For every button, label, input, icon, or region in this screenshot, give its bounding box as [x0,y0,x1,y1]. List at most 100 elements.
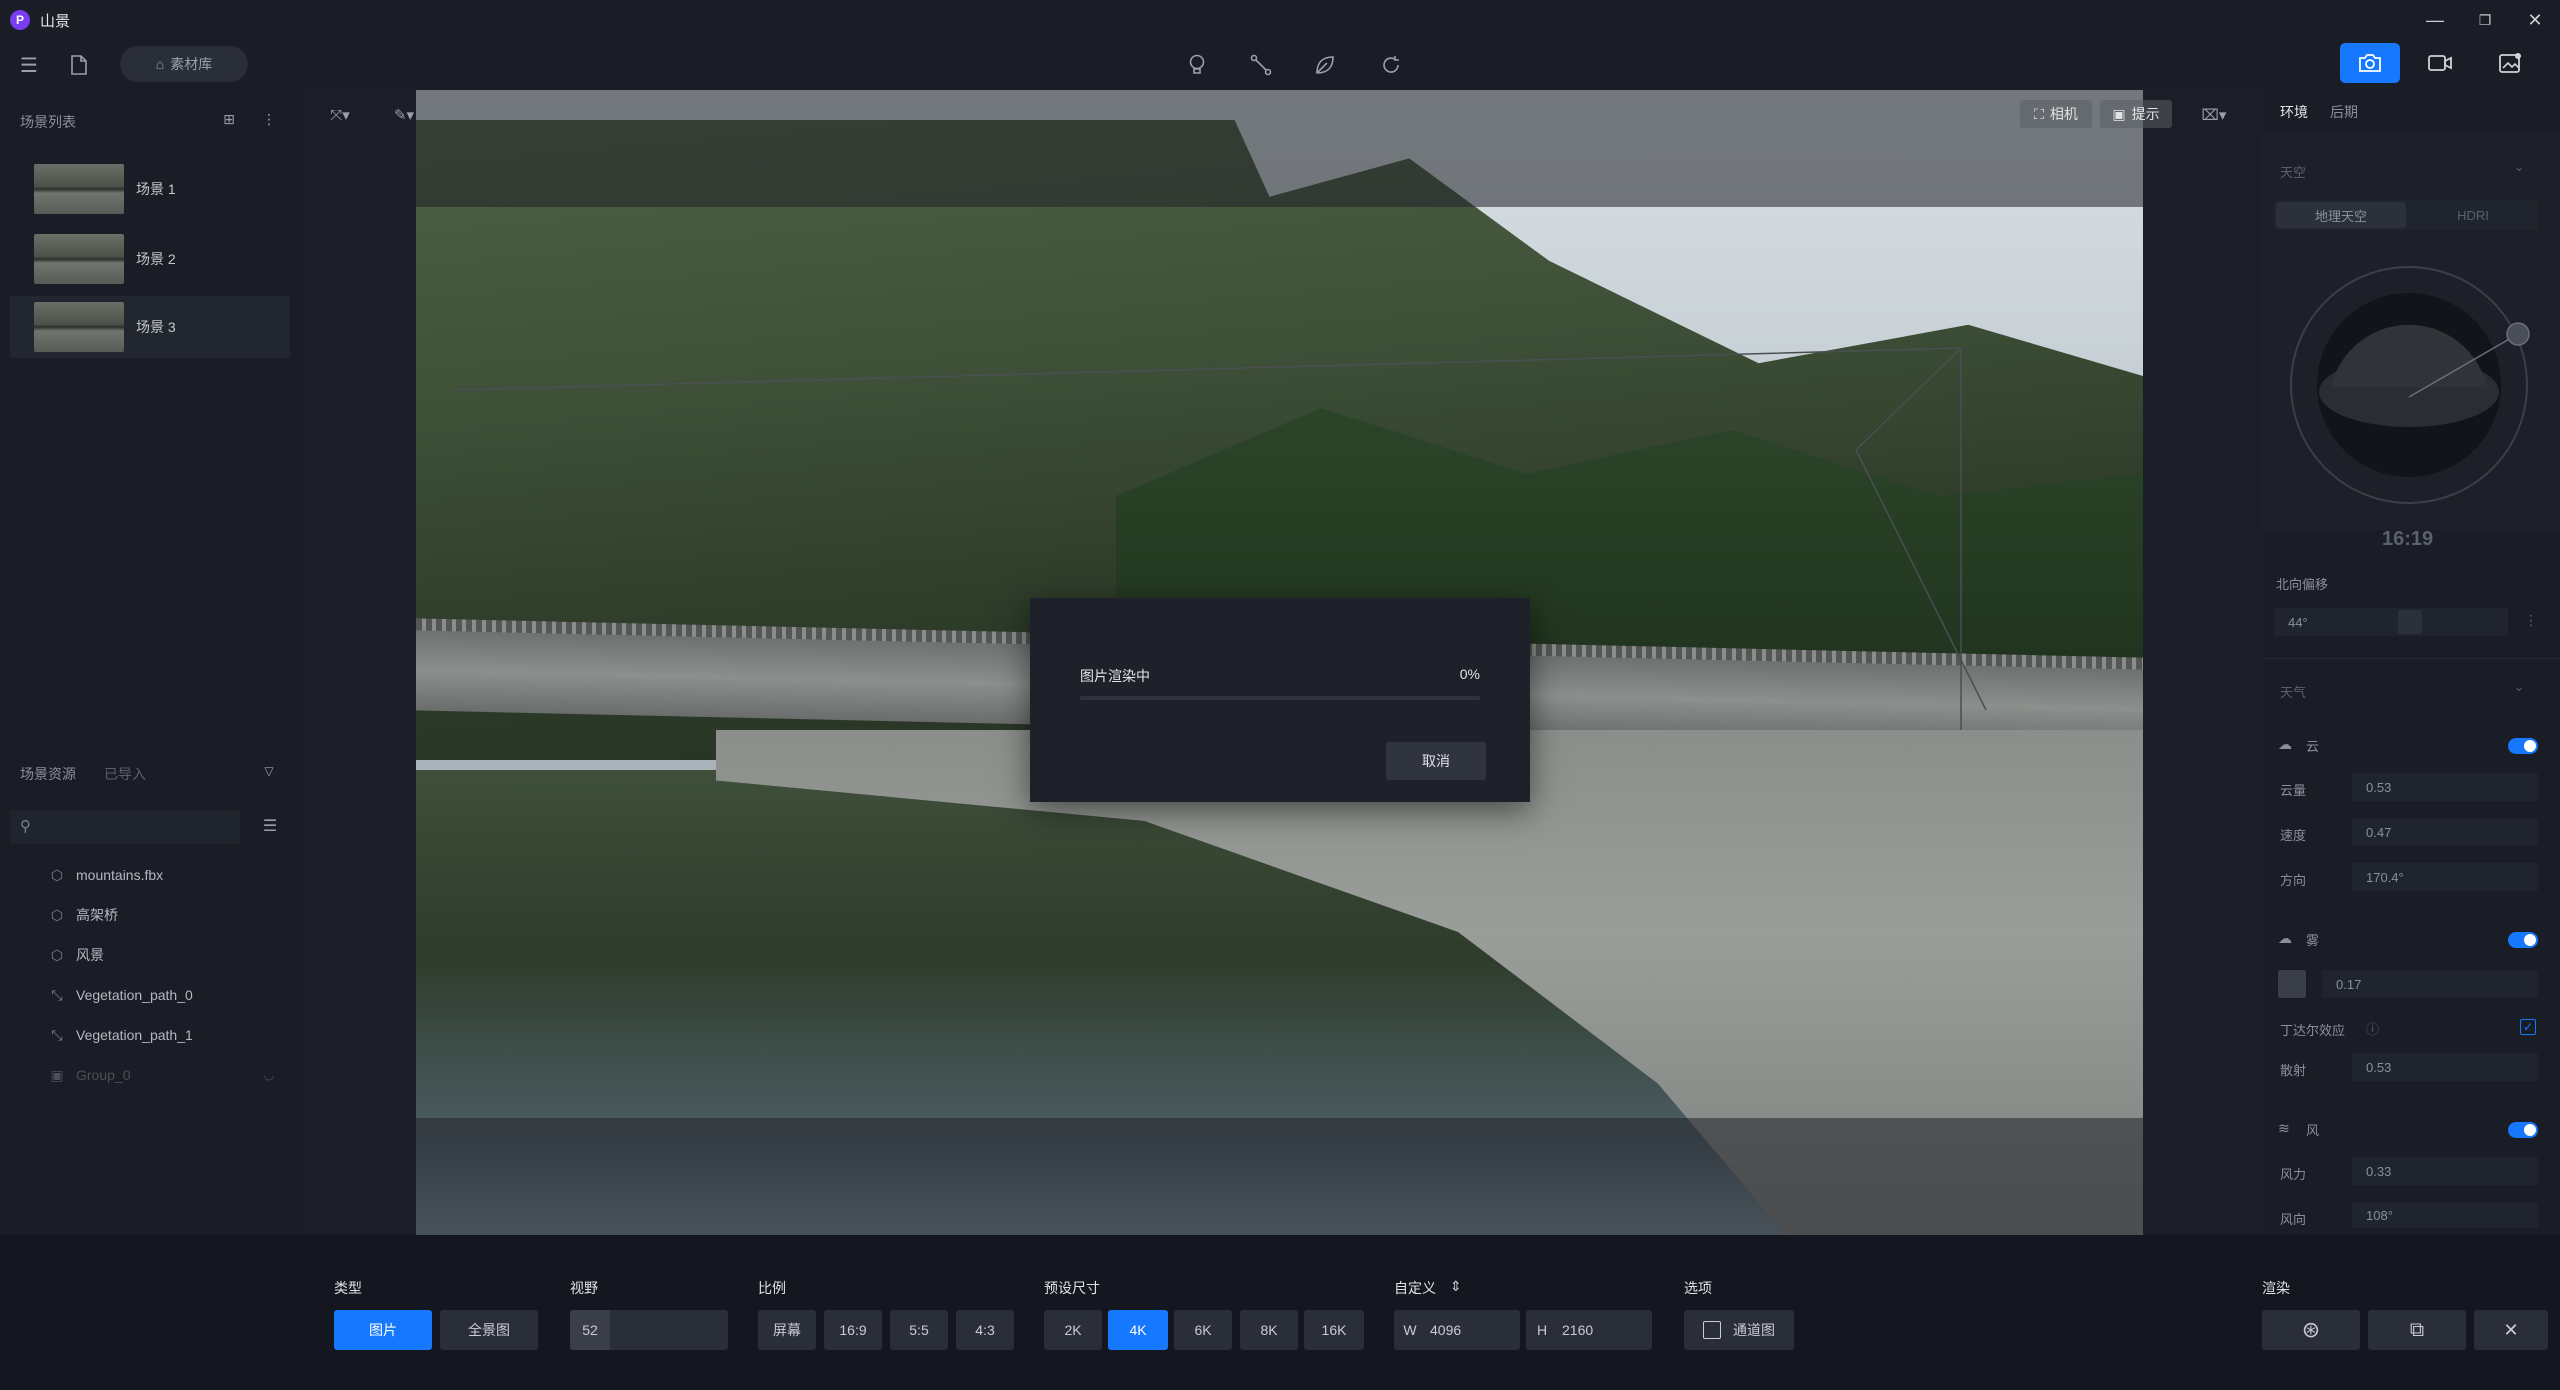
camera-toggle-button[interactable]: ⛶ 相机 [2020,100,2092,128]
fog-toggle[interactable] [2508,932,2538,948]
fov-value[interactable]: 52 [570,1310,610,1350]
north-offset-input[interactable]: 44° [2274,608,2508,636]
tyndall-checkbox[interactable]: ✓ [2520,1019,2536,1035]
cloud-direction-input[interactable]: 170.4° [2352,863,2538,891]
ratio-4-3-button[interactable]: 4:3 [956,1310,1014,1350]
type-panorama-button[interactable]: 全景图 [440,1310,538,1350]
type-image-button[interactable]: 图片 [334,1310,432,1350]
scene-assets-title[interactable]: 场景资源 [20,764,76,784]
camera-toggle-label: 相机 [2049,106,2078,122]
light-bulb-icon[interactable] [1182,50,1212,80]
video-render-button[interactable] [2410,43,2470,83]
more-icon[interactable]: ⋮ [258,108,280,130]
asset-label: 风景 [76,947,104,963]
asset-label: Group_0 [76,1067,131,1083]
restore-icon[interactable]: ❐ [2460,0,2510,40]
height-value: 2160 [1562,1322,1594,1338]
imported-tab[interactable]: 已导入 [104,764,146,784]
camera-render-button[interactable] [2340,43,2400,83]
asset-item[interactable]: ▣ Group_0 [48,1057,130,1093]
sun-position-dial[interactable] [2286,262,2532,508]
close-icon[interactable]: ✕ [2510,0,2560,40]
wind-direction-input[interactable]: 108° [2352,1202,2538,1228]
weather-section-title[interactable]: 天气 [2280,682,2306,701]
preset-6k-button[interactable]: 6K [1174,1310,1232,1350]
fov-slider[interactable]: 52 [570,1310,728,1350]
link-icon[interactable]: ⇕ [1450,1278,1462,1295]
channel-map-option[interactable]: 通道图 [1684,1310,1794,1350]
chevron-down-icon[interactable]: ⌄ [2514,680,2524,694]
minimize-icon[interactable]: — [2410,0,2460,40]
asset-item[interactable]: ⬡ 风景 [48,937,104,973]
menu-icon[interactable]: ☰ [14,50,44,80]
asset-item[interactable]: ⤡ Vegetation_path_0 [48,977,192,1013]
asset-item[interactable]: ⤡ Vegetation_path_1 [48,1017,192,1053]
preset-2k-button[interactable]: 2K [1044,1310,1102,1350]
view-options-icon[interactable]: ⌧▾ [2192,102,2236,128]
render-queue-button[interactable]: ⧉ [2368,1310,2466,1350]
cloud-speed-input[interactable]: 0.47 [2352,818,2538,846]
ratio-16-9-button[interactable]: 16:9 [824,1310,882,1350]
more-icon[interactable]: ⋮ [2524,612,2538,629]
scatter-input[interactable]: 0.53 [2352,1053,2538,1081]
scene-label: 场景 3 [136,319,176,335]
north-offset-slider-handle[interactable] [2398,610,2422,634]
scene-thumbnail [34,302,124,352]
video-icon [2428,55,2452,71]
chevron-down-icon[interactable]: ⌄ [2514,160,2524,174]
refresh-icon[interactable] [1376,50,1406,80]
eye-icon[interactable]: ◡ [258,1064,280,1086]
brush-tool-icon[interactable]: ✎▾ [384,102,424,128]
asset-search-input[interactable]: ⚲ [10,810,240,844]
width-input[interactable]: W 4096 [1394,1310,1520,1350]
list-view-icon[interactable]: ☰ [258,814,282,838]
render-progress-percent: 0% [1459,666,1480,682]
channel-map-checkbox[interactable] [1703,1321,1721,1339]
transform-tool-icon[interactable]: ⤧▾ [320,102,360,128]
preset-8k-button[interactable]: 8K [1240,1310,1298,1350]
add-scene-icon[interactable]: ⊞ [218,108,240,130]
hint-toggle-button[interactable]: ▣ 提示 [2100,100,2172,128]
chevron-down-icon[interactable]: ▽ [258,760,280,782]
scene-item-3[interactable]: 场景 3 [10,296,290,358]
help-icon[interactable]: ⓘ [2366,1019,2379,1038]
wind-force-input[interactable]: 0.33 [2352,1157,2538,1185]
tab-geo-sky[interactable]: 地理天空 [2276,202,2406,228]
cancel-render-button[interactable]: 取消 [1386,742,1486,780]
render-dialog-title: 图片渲染中 [1080,668,1150,684]
file-icon[interactable] [64,50,94,80]
close-render-button[interactable]: ✕ [2474,1310,2548,1350]
gallery-button[interactable] [2480,43,2540,83]
tab-hdri[interactable]: HDRI [2410,202,2536,228]
cloud-amount-input[interactable]: 0.53 [2352,773,2538,801]
ratio-5-5-button[interactable]: 5:5 [890,1310,948,1350]
search-icon: ⚲ [20,818,31,835]
path-tool-icon[interactable] [1246,50,1276,80]
cloud-direction-label: 方向 [2280,873,2307,888]
sky-section-title[interactable]: 天空 [2280,162,2306,181]
fog-density-input[interactable]: 0.17 [2322,970,2538,998]
tab-environment[interactable]: 环境 [2280,102,2308,122]
render-settings-button[interactable]: ⊛ [2262,1310,2360,1350]
height-input[interactable]: H 2160 [1526,1310,1652,1350]
hint-toggle-label: 提示 [2131,106,2160,122]
scene-thumbnail [34,234,124,284]
preset-16k-button[interactable]: 16K [1304,1310,1364,1350]
scene-item-1[interactable]: 场景 1 [10,158,290,220]
preset-4k-button[interactable]: 4K [1108,1310,1168,1350]
wind-toggle[interactable] [2508,1122,2538,1138]
cloud-speed-label: 速度 [2280,828,2307,843]
render-progress-dialog: 图片渲染中 0% 取消 [1030,598,1530,802]
asset-item[interactable]: ⬡ 高架桥 [48,897,118,933]
cloud-toggle[interactable] [2508,738,2538,754]
ratio-screen-button[interactable]: 屏幕 [758,1310,816,1350]
leaf-icon[interactable] [1310,50,1340,80]
fog-color-swatch[interactable] [2278,970,2306,998]
asset-item[interactable]: ⬡ mountains.fbx [48,857,163,893]
letterbox-top [416,90,2143,207]
scene-item-2[interactable]: 场景 2 [10,228,290,290]
library-button[interactable]: ⌂ 素材库 [120,46,248,82]
width-value: 4096 [1430,1322,1462,1338]
fov-label: 视野 [570,1280,598,1296]
tab-post[interactable]: 后期 [2330,102,2358,122]
